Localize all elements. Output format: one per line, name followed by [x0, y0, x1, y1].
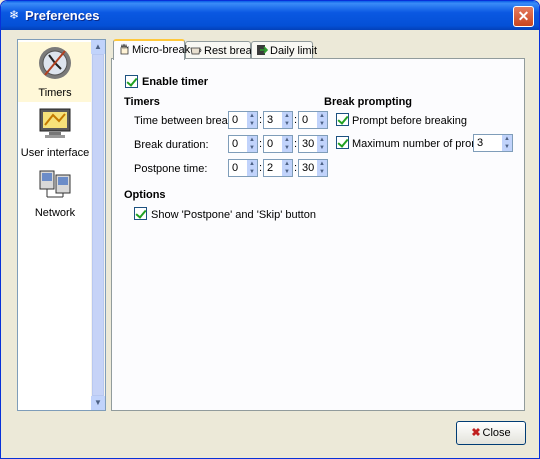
window-close-icon[interactable]: ✕ [513, 6, 534, 27]
break-duration-seconds-spinner[interactable]: 30 ▲ ▼ [298, 135, 328, 153]
separator: : [259, 114, 263, 126]
tab-label: Micro-break [132, 44, 191, 56]
time-between-seconds-spinner[interactable]: 0 ▲ ▼ [298, 111, 328, 129]
separator: : [294, 114, 298, 126]
enable-timer-checkbox[interactable] [125, 75, 138, 88]
network-icon [37, 165, 73, 201]
spinner-value: 3 [267, 114, 274, 126]
max-prompts-checkbox[interactable] [336, 136, 349, 149]
spin-down-icon[interactable]: ▼ [282, 120, 292, 128]
sidebar-item-user-interface[interactable]: User interface [18, 102, 92, 162]
postpone-minutes-spinner[interactable]: 2 ▲ ▼ [263, 159, 293, 177]
scroll-down-icon[interactable]: ▼ [91, 396, 105, 410]
spinner-value: 0 [302, 114, 309, 126]
spin-up-icon[interactable]: ▲ [282, 160, 292, 168]
sidebar-item-network[interactable]: Network [18, 162, 92, 222]
break-duration-label: Break duration: [134, 139, 209, 151]
clock-icon [37, 45, 73, 81]
max-prompts-spinner[interactable]: 3 ▲ ▼ [473, 134, 513, 152]
tab-rest-break[interactable]: Rest break [185, 41, 257, 59]
time-between-hours-spinner[interactable]: 0 ▲ ▼ [228, 111, 258, 129]
micro-break-panel: Enable timer Timers Time between breaks:… [111, 58, 525, 411]
spin-down-icon[interactable]: ▼ [282, 168, 292, 176]
exit-icon [256, 44, 269, 56]
spin-up-icon[interactable]: ▲ [247, 112, 257, 120]
spinner-value: 30 [302, 138, 315, 150]
separator: : [259, 162, 263, 174]
spin-down-icon[interactable]: ▼ [502, 143, 512, 151]
spin-down-icon[interactable]: ▼ [247, 120, 257, 128]
show-postpone-skip-checkbox[interactable] [134, 207, 147, 220]
monitor-icon [37, 105, 73, 141]
spin-up-icon[interactable]: ▲ [317, 160, 327, 168]
postpone-time-label: Postpone time: [134, 163, 208, 175]
spinner-value: 0 [232, 162, 239, 174]
window-title: Preferences [25, 8, 100, 23]
sidebar-item-timers[interactable]: Timers [18, 42, 92, 102]
break-duration-minutes-spinner[interactable]: 0 ▲ ▼ [263, 135, 293, 153]
sidebar-item-label: User interface [20, 147, 90, 159]
app-icon: ❄ [8, 8, 20, 22]
scroll-up-icon[interactable]: ▲ [91, 40, 105, 54]
preferences-window: ❄ Preferences ✕ Timers User interface Ne… [0, 0, 540, 459]
show-postpone-skip-label: Show 'Postpone' and 'Skip' button [151, 209, 316, 221]
separator: : [294, 162, 298, 174]
separator: : [294, 138, 298, 150]
spin-up-icon[interactable]: ▲ [282, 112, 292, 120]
spin-down-icon[interactable]: ▼ [282, 144, 292, 152]
tab-label: Rest break [204, 45, 258, 57]
separator: : [259, 138, 263, 150]
spin-up-icon[interactable]: ▲ [317, 136, 327, 144]
time-between-minutes-spinner[interactable]: 3 ▲ ▼ [263, 111, 293, 129]
enable-timer-label: Enable timer [142, 76, 209, 88]
prompt-before-breaking-checkbox[interactable] [336, 113, 349, 126]
sidebar-scrollbar[interactable]: ▲ ▼ [91, 40, 105, 410]
tab-daily-limit[interactable]: Daily limit [251, 41, 317, 59]
hand-icon [118, 43, 130, 55]
spin-down-icon[interactable]: ▼ [247, 144, 257, 152]
spinner-value: 0 [232, 114, 239, 126]
prompt-before-breaking-label: Prompt before breaking [352, 115, 467, 127]
scroll-thumb[interactable] [92, 54, 104, 396]
spin-up-icon[interactable]: ▲ [317, 112, 327, 120]
spinner-value: 0 [232, 138, 239, 150]
sidebar-item-label: Timers [38, 87, 72, 99]
break-prompting-heading: Break prompting [324, 96, 413, 108]
title-bar[interactable]: ❄ Preferences ✕ [1, 1, 539, 30]
spinner-value: 3 [477, 137, 484, 149]
spinner-value: 0 [267, 138, 274, 150]
spinner-value: 2 [267, 162, 274, 174]
spin-down-icon[interactable]: ▼ [317, 120, 327, 128]
time-between-breaks-label: Time between breaks: [134, 115, 242, 127]
tab-micro-break[interactable]: Micro-break [113, 39, 190, 60]
close-button-label: Close [482, 427, 511, 439]
category-sidebar: Timers User interface Network ▲ ▼ [17, 39, 106, 411]
spin-up-icon[interactable]: ▲ [282, 136, 292, 144]
spin-down-icon[interactable]: ▼ [247, 168, 257, 176]
postpone-seconds-spinner[interactable]: 30 ▲ ▼ [298, 159, 328, 177]
sidebar-item-label: Network [34, 207, 76, 219]
tab-label: Daily limit [270, 45, 318, 57]
spin-up-icon[interactable]: ▲ [247, 136, 257, 144]
timers-heading: Timers [124, 96, 160, 108]
spin-down-icon[interactable]: ▼ [317, 144, 327, 152]
spin-up-icon[interactable]: ▲ [247, 160, 257, 168]
break-duration-hours-spinner[interactable]: 0 ▲ ▼ [228, 135, 258, 153]
spin-down-icon[interactable]: ▼ [317, 168, 327, 176]
postpone-hours-spinner[interactable]: 0 ▲ ▼ [228, 159, 258, 177]
options-heading: Options [124, 189, 166, 201]
spinner-value: 30 [302, 162, 315, 174]
close-button[interactable]: ✖ Close [456, 421, 526, 445]
close-icon: ✖ [471, 427, 481, 439]
cup-icon [190, 44, 202, 56]
spin-up-icon[interactable]: ▲ [502, 135, 512, 143]
